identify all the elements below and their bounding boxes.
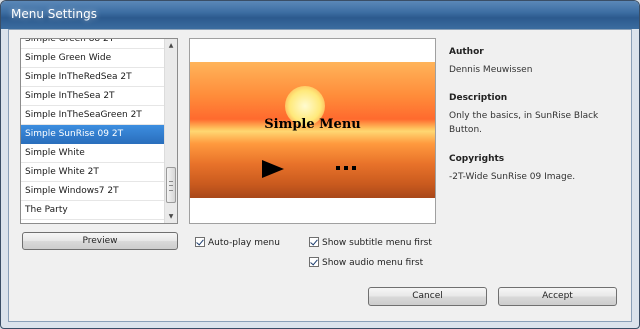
title-bar[interactable]: Menu Settings bbox=[1, 1, 639, 29]
list-scrollbar[interactable]: ▲ ▼ bbox=[164, 39, 177, 223]
play-triangle-icon bbox=[262, 160, 284, 178]
checkbox-checked-icon bbox=[309, 237, 319, 247]
menu-template-items: Simple Green 88 2T Simple Green Wide Sim… bbox=[21, 39, 164, 220]
list-item[interactable]: Simple Green 88 2T bbox=[21, 39, 164, 49]
list-item[interactable]: The Party bbox=[21, 201, 164, 220]
sunrise-background-image: Simple Menu bbox=[190, 62, 435, 198]
subtitle-first-label: Show subtitle menu first bbox=[322, 238, 432, 248]
subtitle-first-checkbox[interactable]: Show subtitle menu first bbox=[309, 237, 432, 248]
auto-play-checkbox[interactable]: Auto-play menu bbox=[195, 237, 280, 248]
list-item[interactable]: Simple InTheRedSea 2T bbox=[21, 68, 164, 87]
list-item[interactable]: Simple White 2T bbox=[21, 163, 164, 182]
scroll-thumb[interactable] bbox=[166, 167, 176, 203]
scroll-down-icon[interactable]: ▼ bbox=[165, 210, 177, 223]
window-title: Menu Settings bbox=[11, 7, 97, 21]
dialog-client-area: Simple Green 88 2T Simple Green Wide Sim… bbox=[8, 29, 632, 322]
list-item[interactable]: Simple White bbox=[21, 144, 164, 163]
menu-settings-window: Menu Settings Simple Green 88 2T Simple … bbox=[0, 0, 640, 329]
accept-button[interactable]: Accept bbox=[498, 287, 617, 306]
scroll-up-icon[interactable]: ▲ bbox=[165, 39, 177, 52]
cancel-button[interactable]: Cancel bbox=[368, 287, 487, 306]
description-heading: Description bbox=[449, 93, 508, 103]
author-heading: Author bbox=[449, 47, 484, 57]
audio-first-label: Show audio menu first bbox=[322, 258, 424, 268]
checkbox-checked-icon bbox=[309, 257, 319, 267]
preview-button[interactable]: Preview bbox=[22, 232, 178, 250]
grip-icon bbox=[169, 181, 173, 191]
list-item[interactable]: Simple InTheSeaGreen 2T bbox=[21, 106, 164, 125]
ellipsis-icon bbox=[336, 166, 358, 170]
list-item-selected[interactable]: Simple SunRise 09 2T bbox=[21, 125, 164, 144]
preview-menu-title: Simple Menu bbox=[264, 117, 361, 132]
auto-play-label: Auto-play menu bbox=[208, 238, 280, 248]
list-item[interactable]: Simple Green Wide bbox=[21, 49, 164, 68]
author-value: Dennis Meuwissen bbox=[449, 65, 533, 75]
checkbox-checked-icon bbox=[195, 237, 205, 247]
copyrights-value: -2T-Wide SunRise 09 Image. bbox=[449, 172, 576, 182]
menu-template-list[interactable]: Simple Green 88 2T Simple Green Wide Sim… bbox=[20, 38, 178, 224]
list-item[interactable]: Simple InTheSea 2T bbox=[21, 87, 164, 106]
copyrights-heading: Copyrights bbox=[449, 154, 505, 164]
audio-first-checkbox[interactable]: Show audio menu first bbox=[309, 257, 423, 268]
list-item[interactable]: Simple Windows7 2T bbox=[21, 182, 164, 201]
menu-preview: Simple Menu bbox=[189, 38, 436, 224]
description-value: Only the basics, in SunRise Black Button… bbox=[449, 111, 599, 135]
